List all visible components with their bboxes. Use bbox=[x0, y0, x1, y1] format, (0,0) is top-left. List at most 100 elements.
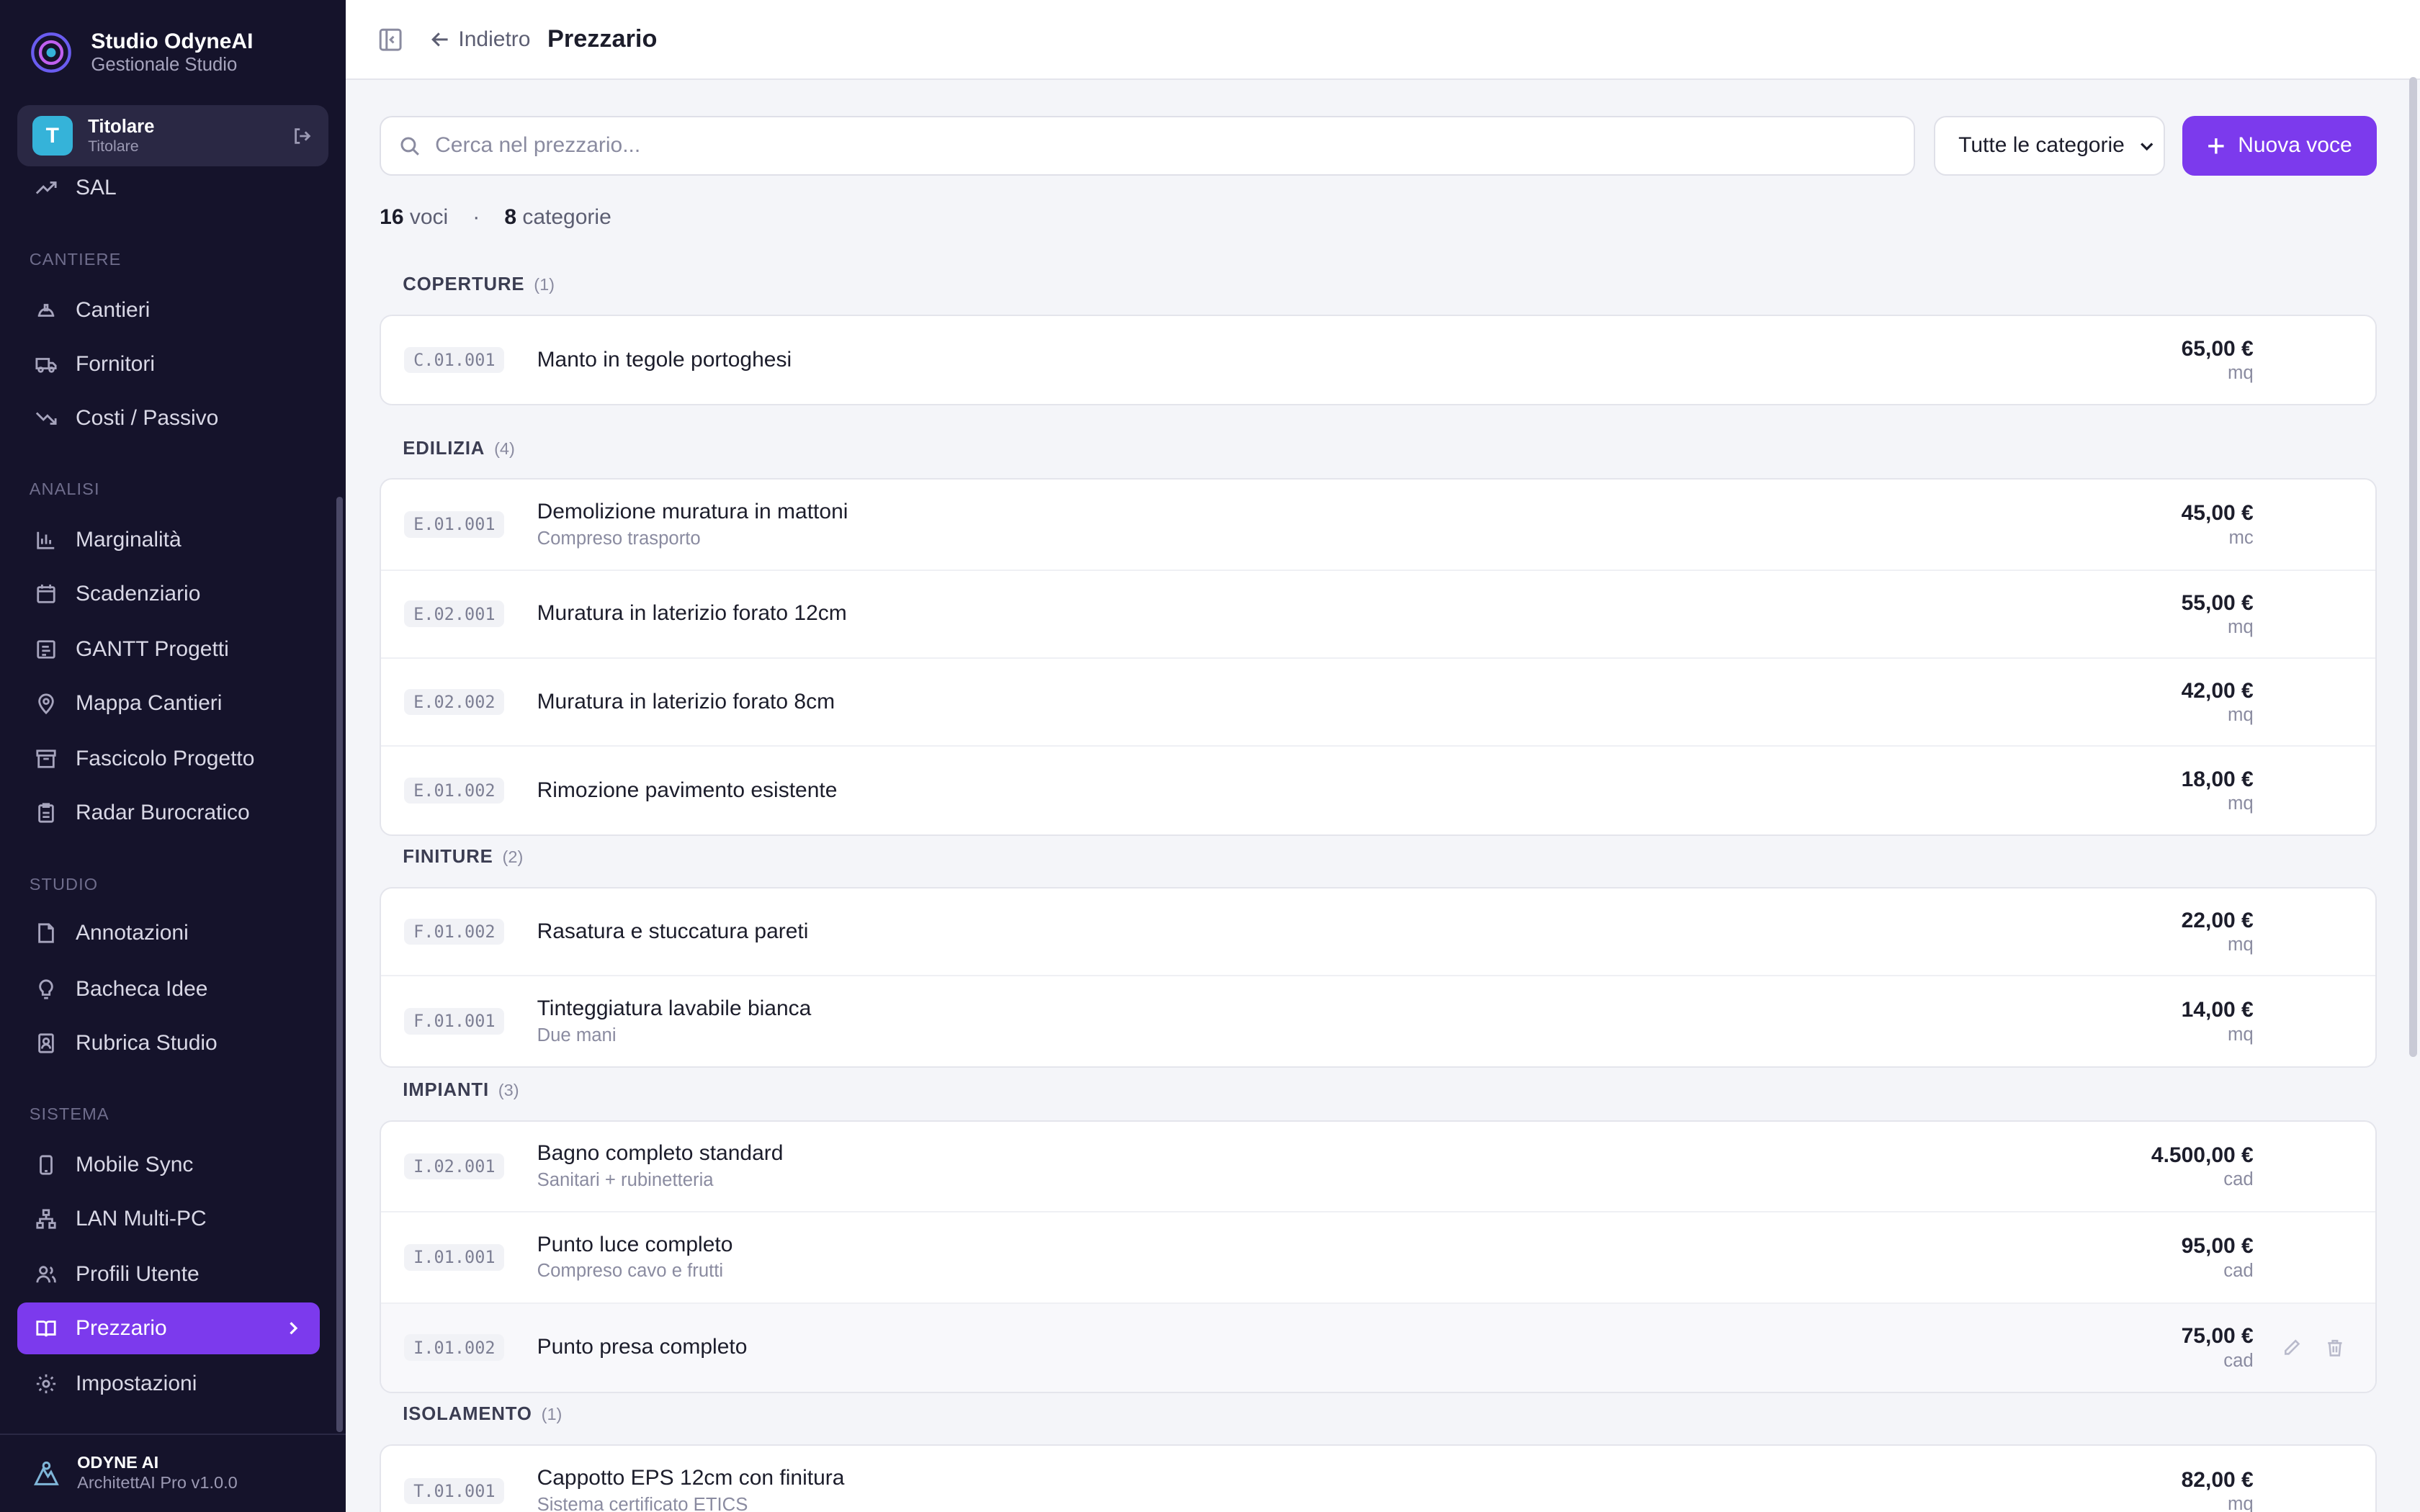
table-row[interactable]: E.01.001 Demolizione muratura in mattoni… bbox=[381, 480, 2375, 571]
category-header: FINITURE (2) bbox=[403, 847, 523, 868]
topbar: Indietro Prezzario bbox=[346, 0, 2420, 81]
sidebar-item-prezzario[interactable]: Prezzario bbox=[17, 1302, 320, 1355]
category-header: EDILIZIA (4) bbox=[403, 438, 515, 459]
bar-chart-icon bbox=[37, 531, 55, 549]
sidebar-item-costi[interactable]: Costi / Passivo bbox=[17, 392, 320, 444]
category-name: COPERTURE bbox=[403, 274, 525, 295]
item-title: Muratura in laterizio forato 8cm bbox=[537, 689, 835, 714]
search-field[interactable] bbox=[380, 115, 1916, 176]
panel-toggle-icon[interactable] bbox=[378, 27, 403, 52]
archive-icon bbox=[36, 750, 56, 768]
back-label: Indietro bbox=[458, 27, 531, 51]
main-scrollbar[interactable] bbox=[2409, 77, 2417, 1057]
file-icon bbox=[38, 923, 55, 943]
item-code: E.01.001 bbox=[404, 511, 505, 538]
item-price: 22,00 € bbox=[2181, 908, 2254, 932]
categories-count: 8 bbox=[504, 205, 516, 229]
category-card: I.02.001 Bagno completo standard Sanitari… bbox=[380, 1120, 2377, 1393]
category-select-value: Tutte le categorie bbox=[1958, 133, 2125, 158]
item-unit: mq bbox=[2227, 1494, 2254, 1512]
items-count-label: voci bbox=[409, 205, 449, 229]
sidebar-item-profili[interactable]: Profili Utente bbox=[17, 1248, 320, 1301]
sidebar-item-label: Fascicolo Progetto bbox=[75, 747, 255, 771]
sidebar-item-sal[interactable]: SAL bbox=[17, 162, 320, 215]
category-header: COPERTURE (1) bbox=[403, 274, 555, 295]
pencil-icon[interactable] bbox=[2282, 1338, 2301, 1357]
chevron-down-icon bbox=[2141, 143, 2154, 151]
sidebar-item-bacheca[interactable]: Bacheca Idee bbox=[17, 963, 320, 1015]
item-price: 82,00 € bbox=[2181, 1467, 2254, 1492]
table-row[interactable]: I.01.002 Punto presa completo 75,00 € cad bbox=[381, 1303, 2375, 1392]
item-code: I.02.001 bbox=[404, 1153, 505, 1180]
lightbulb-icon bbox=[39, 978, 53, 999]
new-item-label: Nuova voce bbox=[2238, 133, 2352, 158]
item-note: Due mani bbox=[537, 1025, 617, 1045]
sidebar-item-label: SAL bbox=[75, 176, 117, 200]
category-count: (1) bbox=[541, 1404, 563, 1423]
item-title: Rimozione pavimento esistente bbox=[537, 778, 838, 802]
table-row[interactable]: I.01.001 Punto luce completo Compreso cav… bbox=[381, 1212, 2375, 1304]
trending-down-icon bbox=[36, 412, 57, 425]
sidebar-item-label: Impostazioni bbox=[75, 1372, 197, 1396]
sidebar-item-label: Radar Burocratico bbox=[75, 801, 250, 825]
brand-logo-icon bbox=[30, 32, 71, 73]
arrow-left-icon bbox=[431, 32, 448, 47]
user-name: Titolare bbox=[88, 116, 155, 137]
sidebar-item-impostazioni[interactable]: Impostazioni bbox=[17, 1358, 320, 1410]
trash-icon[interactable] bbox=[2326, 1338, 2344, 1357]
sidebar-item-cantieri[interactable]: Cantieri bbox=[17, 284, 320, 336]
category-header: ISOLAMENTO (1) bbox=[403, 1404, 562, 1425]
book-open-icon bbox=[36, 1320, 56, 1337]
category-card: E.01.001 Demolizione muratura in mattoni… bbox=[380, 478, 2377, 837]
sidebar-item-mappa[interactable]: Mappa Cantieri bbox=[17, 678, 320, 730]
table-row[interactable]: F.01.001 Tinteggiatura lavabile bianca Du… bbox=[381, 976, 2375, 1066]
sidebar-item-annotazioni[interactable]: Annotazioni bbox=[17, 907, 320, 960]
new-item-button[interactable]: Nuova voce bbox=[2182, 115, 2377, 176]
table-row[interactable]: E.02.002 Muratura in laterizio forato 8c… bbox=[381, 659, 2375, 747]
back-button[interactable]: Indietro bbox=[431, 27, 531, 52]
sidebar-item-mobile-sync[interactable]: Mobile Sync bbox=[17, 1138, 320, 1191]
sidebar-item-lan[interactable]: LAN Multi-PC bbox=[17, 1192, 320, 1245]
table-row[interactable]: E.02.001 Muratura in laterizio forato 12… bbox=[381, 571, 2375, 659]
category-name: ISOLAMENTO bbox=[403, 1403, 532, 1424]
category-name: IMPIANTI bbox=[403, 1080, 489, 1100]
brand[interactable]: Studio OdyneAI Gestionale Studio bbox=[30, 29, 254, 76]
brand-title: Studio OdyneAI bbox=[91, 29, 254, 53]
sidebar-item-rubrica[interactable]: Rubrica Studio bbox=[17, 1017, 320, 1069]
item-note: Sanitari + rubinetteria bbox=[537, 1170, 714, 1191]
categories-count-label: categorie bbox=[522, 205, 611, 229]
item-note: Compreso trasporto bbox=[537, 528, 701, 549]
sidebar-item-label: Cantieri bbox=[75, 297, 151, 322]
smartphone-icon bbox=[40, 1155, 53, 1175]
category-count: (2) bbox=[502, 847, 524, 867]
sidebar-item-marginalita[interactable]: Marginalità bbox=[17, 514, 320, 567]
category-count: (3) bbox=[498, 1081, 519, 1099]
item-note: Compreso cavo e frutti bbox=[537, 1261, 724, 1282]
sidebar-item-label: Bacheca Idee bbox=[75, 976, 208, 1001]
counts-separator: · bbox=[472, 205, 480, 229]
gantt-icon bbox=[37, 640, 55, 659]
search-input[interactable] bbox=[435, 133, 1824, 158]
sidebar-item-scadenziario[interactable]: Scadenziario bbox=[17, 568, 320, 621]
table-row[interactable]: T.01.001 Cappotto EPS 12cm con finitura S… bbox=[381, 1446, 2375, 1512]
category-header: IMPIANTI (3) bbox=[403, 1080, 519, 1101]
table-row[interactable]: C.01.001 Manto in tegole portoghesi 65,0… bbox=[381, 316, 2375, 404]
sidebar-item-gantt[interactable]: GANTT Progetti bbox=[17, 624, 320, 676]
sidebar-item-fornitori[interactable]: Fornitori bbox=[17, 338, 320, 390]
sidebar-scrollbar[interactable] bbox=[336, 497, 343, 1432]
item-note: Sistema certificato ETICS bbox=[537, 1495, 748, 1512]
sidebar-item-label: Prezzario bbox=[75, 1315, 167, 1340]
logout-icon[interactable] bbox=[292, 125, 313, 147]
sidebar-item-fascicolo[interactable]: Fascicolo Progetto bbox=[17, 733, 320, 786]
item-title: Rasatura e stuccatura pareti bbox=[537, 919, 809, 943]
table-row[interactable]: I.02.001 Bagno completo standard Sanitari… bbox=[381, 1122, 2375, 1213]
category-select[interactable]: Tutte le categorie bbox=[1934, 115, 2166, 176]
sidebar-item-radar[interactable]: Radar Burocratico bbox=[17, 787, 320, 840]
table-row[interactable]: E.01.002 Rimozione pavimento esistente 1… bbox=[381, 747, 2375, 834]
item-unit: cad bbox=[2223, 1260, 2254, 1281]
item-title: Tinteggiatura lavabile bianca bbox=[537, 996, 812, 1020]
item-code: E.02.001 bbox=[404, 600, 505, 628]
table-row[interactable]: F.01.002 Rasatura e stuccatura pareti 22… bbox=[381, 888, 2375, 977]
sidebar-item-label: Annotazioni bbox=[75, 921, 189, 945]
user-card[interactable]: T Titolare Titolare bbox=[17, 104, 329, 167]
